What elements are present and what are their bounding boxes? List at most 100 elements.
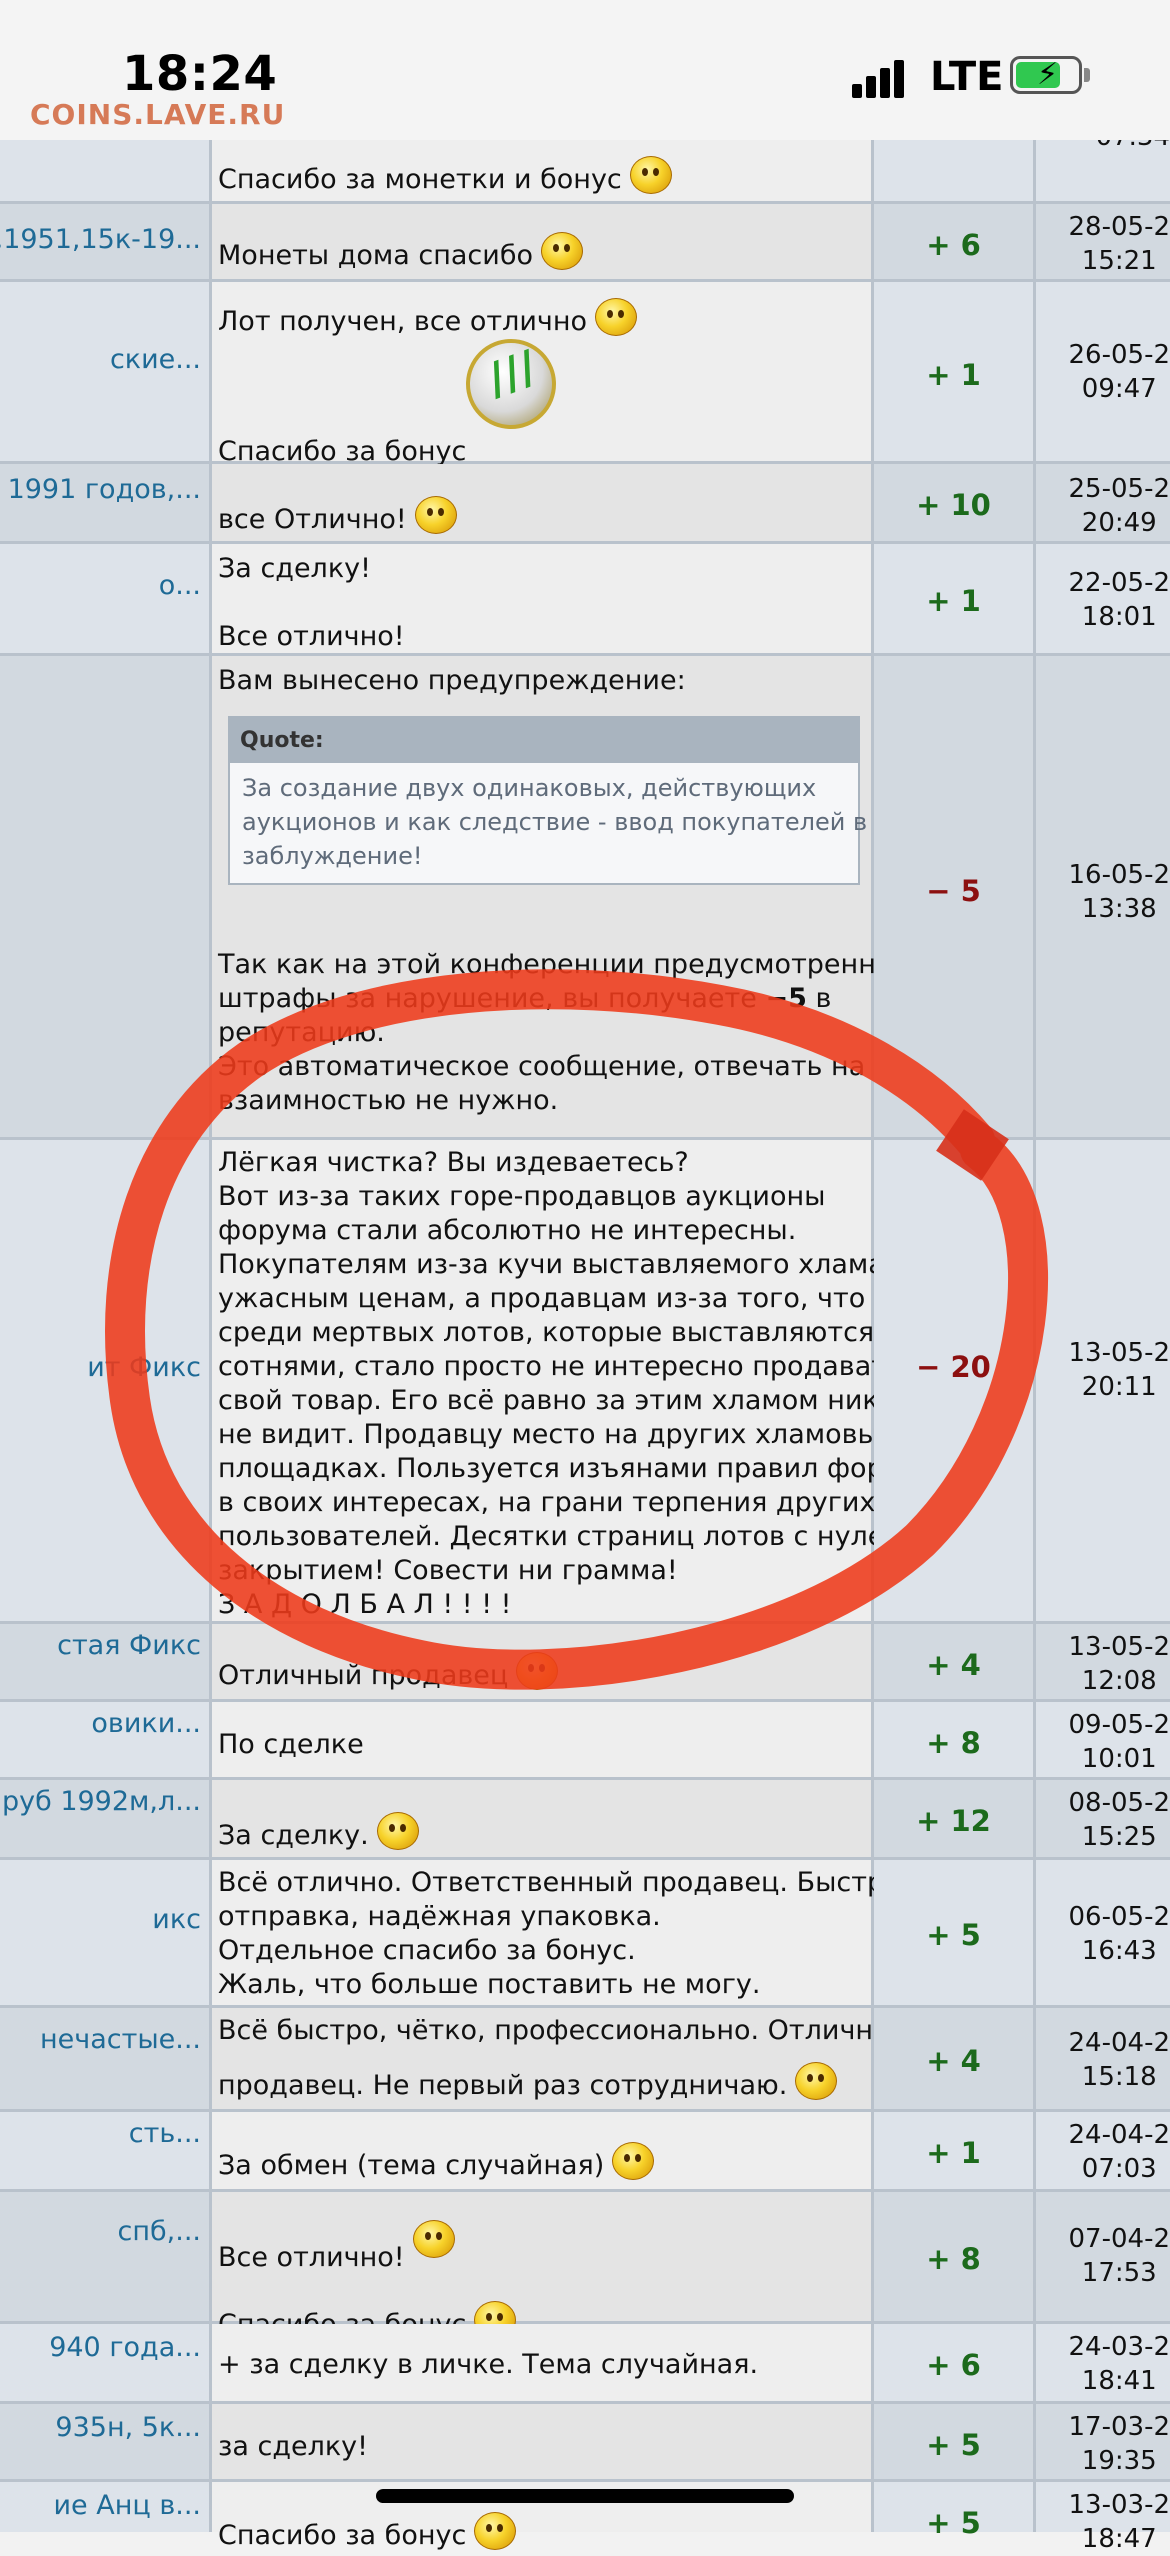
topic-link[interactable]: ские... xyxy=(110,344,201,375)
status-time: 18:24 xyxy=(122,46,278,102)
date-cell: 13-05-2 12:08 xyxy=(1068,1632,1170,1696)
table-row: Вам вынесено предупреждение: Quote: За с… xyxy=(0,656,1170,1140)
reputation-points: + 4 xyxy=(926,2044,981,2078)
message-text: Отдельное спасибо за бонус. xyxy=(218,1935,636,1966)
table-row: сть... За обмен (тема случайная) + 1 24-… xyxy=(0,2112,1170,2192)
message-text: За обмен (тема случайная) xyxy=(218,2150,605,2181)
table-row: овики... По сделке + 8 09-05-2 10:01 xyxy=(0,1702,1170,1780)
table-row: стая Фикс Отличный продавец + 4 13-05-2 1… xyxy=(0,1624,1170,1702)
date-cell: 24-04-2 07:03 xyxy=(1068,2120,1170,2184)
message-text: все Отлично! xyxy=(218,504,407,535)
message-text: Все отлично! xyxy=(218,621,405,652)
message-text: Жаль, что больше поставить не могу. xyxy=(218,1969,761,2000)
message-text: площадках. Пользуется изъянами правил фо… xyxy=(218,1453,937,1484)
message-text: отправка, надёжная упаковка. xyxy=(218,1901,661,1932)
smiley-icon xyxy=(629,156,672,194)
reputation-points: + 8 xyxy=(926,1726,981,1760)
status-bar: 18:24 COINS.LAVE.RU LTE ⚡ xyxy=(0,0,1170,140)
message-text: продавец. Не первый раз сотрудничаю. xyxy=(218,2070,788,2101)
message-text: Всё быстро, чётко, профессионально. Отли… xyxy=(218,2015,912,2046)
reputation-points: + 4 xyxy=(926,1648,981,1682)
message-text: Всё отлично. Ответственный продавец. Быс… xyxy=(218,1867,917,1898)
date-cell: 09-05-2 10:01 xyxy=(1068,1710,1170,1774)
message-text: По сделке xyxy=(218,1729,364,1760)
quote-text: За создание двух одинаковых, действующих… xyxy=(242,774,868,870)
smiley-icon xyxy=(376,1812,419,1850)
topic-link[interactable]: ие Анц в... xyxy=(54,2490,202,2521)
table-row: ,1951,15к-19... Монеты дома спасибо + 6 … xyxy=(0,204,1170,282)
table-row: о... За сделку! Все отлично! + 1 22-05-2… xyxy=(0,544,1170,656)
table-row: нечастые... Всё быстро, чётко, профессио… xyxy=(0,2008,1170,2112)
network-type: LTE xyxy=(930,54,1004,100)
coin-icon xyxy=(466,339,556,429)
topic-link[interactable]: ,1951,15к-19... xyxy=(0,224,201,255)
home-indicator[interactable] xyxy=(376,2489,794,2503)
message-text: + за сделку в личке. Тема случайная. xyxy=(218,2349,759,2380)
topic-link[interactable]: нечастые... xyxy=(40,2024,201,2055)
reputation-points: + 1 xyxy=(926,584,981,618)
message-text: взаимностью не нужно. xyxy=(218,1085,559,1116)
date-cell: 13-03-2 18:47 xyxy=(1068,2490,1170,2554)
message-text: пользователей. Десятки страниц лотов с н… xyxy=(218,1521,943,1552)
message-text: форума стали абсолютно не интересны. xyxy=(218,1215,797,1246)
smiley-icon xyxy=(541,232,583,270)
date-cell: 06-05-2 16:43 xyxy=(1068,1902,1170,1966)
reputation-points: + 5 xyxy=(926,2506,981,2540)
message-text: свой товар. Его всё равно за этим хламом… xyxy=(218,1385,911,1416)
date-cell: 17-03-2 19:35 xyxy=(1068,2412,1170,2476)
smiley-icon xyxy=(412,2220,455,2258)
message-text: в своих интересах, на грани терпения дру… xyxy=(218,1487,876,1518)
table-row: икс Всё отлично. Ответственный продавец.… xyxy=(0,1860,1170,2008)
reputation-points: + 12 xyxy=(916,1804,991,1838)
topic-link[interactable]: икс xyxy=(152,1904,201,1935)
smiley-icon xyxy=(516,1652,559,1690)
message-text: Отличный продавец xyxy=(218,1660,509,1691)
topic-link[interactable]: 1991 годов,... xyxy=(8,474,201,505)
reputation-points: + 6 xyxy=(926,228,981,262)
message-text: не видит. Продавцу место на других хламо… xyxy=(218,1419,895,1450)
date-cell: 13-05-2 20:11 xyxy=(1068,1338,1170,1402)
message-text: штрафы за нарушение, вы получаете xyxy=(218,983,757,1014)
reputation-points: + 1 xyxy=(926,358,981,392)
date-cell: 28-05-2 15:21 xyxy=(1068,212,1170,276)
reputation-points: + 6 xyxy=(926,2348,981,2382)
reputation-points: − 5 xyxy=(926,874,981,908)
topic-link[interactable]: руб 1992м,л... xyxy=(2,1786,201,1817)
topic-link[interactable]: 940 года... xyxy=(49,2332,201,2363)
battery-charging-icon: ⚡ xyxy=(1010,56,1082,94)
message-text: за сделку! xyxy=(218,2431,368,2462)
table-row: 1991 годов,... все Отлично! + 10 25-05-2… xyxy=(0,464,1170,544)
topic-link[interactable]: о... xyxy=(159,570,201,601)
date-cell: 22-05-2 18:01 xyxy=(1068,568,1170,632)
date-cell: 24-04-2 15:18 xyxy=(1068,2028,1170,2092)
table-row: 935н, 5к... за сделку! + 5 17-03-2 19:35 xyxy=(0,2404,1170,2482)
topic-link[interactable]: сть... xyxy=(129,2118,201,2149)
table-row: руб 1992м,л... За сделку. + 12 08-05-2 15… xyxy=(0,1780,1170,1860)
message-text: Спасибо за бонус xyxy=(218,436,467,467)
message-text: З А Д О Л Б А Л ! ! ! ! xyxy=(218,1589,512,1620)
reputation-points: + 8 xyxy=(926,2242,981,2276)
topic-link[interactable]: спб,... xyxy=(118,2216,201,2247)
table-row: ские... Лот получен, все отлично Спасибо… xyxy=(0,282,1170,467)
reputation-points: − 20 xyxy=(916,1350,991,1384)
date-cell: 16-05-2 13:38 xyxy=(1068,860,1170,924)
date-cell: 08-05-2 15:25 xyxy=(1068,1788,1170,1852)
date-cell: 24-03-2 18:41 xyxy=(1068,2332,1170,2396)
topic-link[interactable]: овики... xyxy=(91,1708,201,1739)
message-text: Спасибо за монетки и бонус xyxy=(218,156,867,197)
topic-link[interactable]: ит Фикс xyxy=(87,1352,201,1383)
penalty-value: −5 xyxy=(765,983,807,1014)
quote-label: Quote: xyxy=(230,718,858,763)
topic-link[interactable]: стая Фикс xyxy=(57,1630,201,1661)
smiley-icon xyxy=(474,2512,517,2550)
message-text: Так как на этой конференции предусмотрен… xyxy=(218,949,898,980)
topic-link[interactable]: 935н, 5к... xyxy=(55,2412,201,2443)
table-row: Спасибо за монетки и бонус 07.34 xyxy=(0,122,1170,204)
message-text: Лёгкая чистка? Вы издеваетесь? xyxy=(218,1147,689,1178)
site-watermark: COINS.LAVE.RU xyxy=(30,98,286,131)
smiley-icon xyxy=(612,2142,655,2180)
date-cell: 25-05-2 20:49 xyxy=(1068,474,1170,538)
smiley-icon xyxy=(414,496,457,534)
message-text: За сделку! xyxy=(218,553,371,584)
message-text: Спасибо за бонус xyxy=(218,2520,467,2551)
